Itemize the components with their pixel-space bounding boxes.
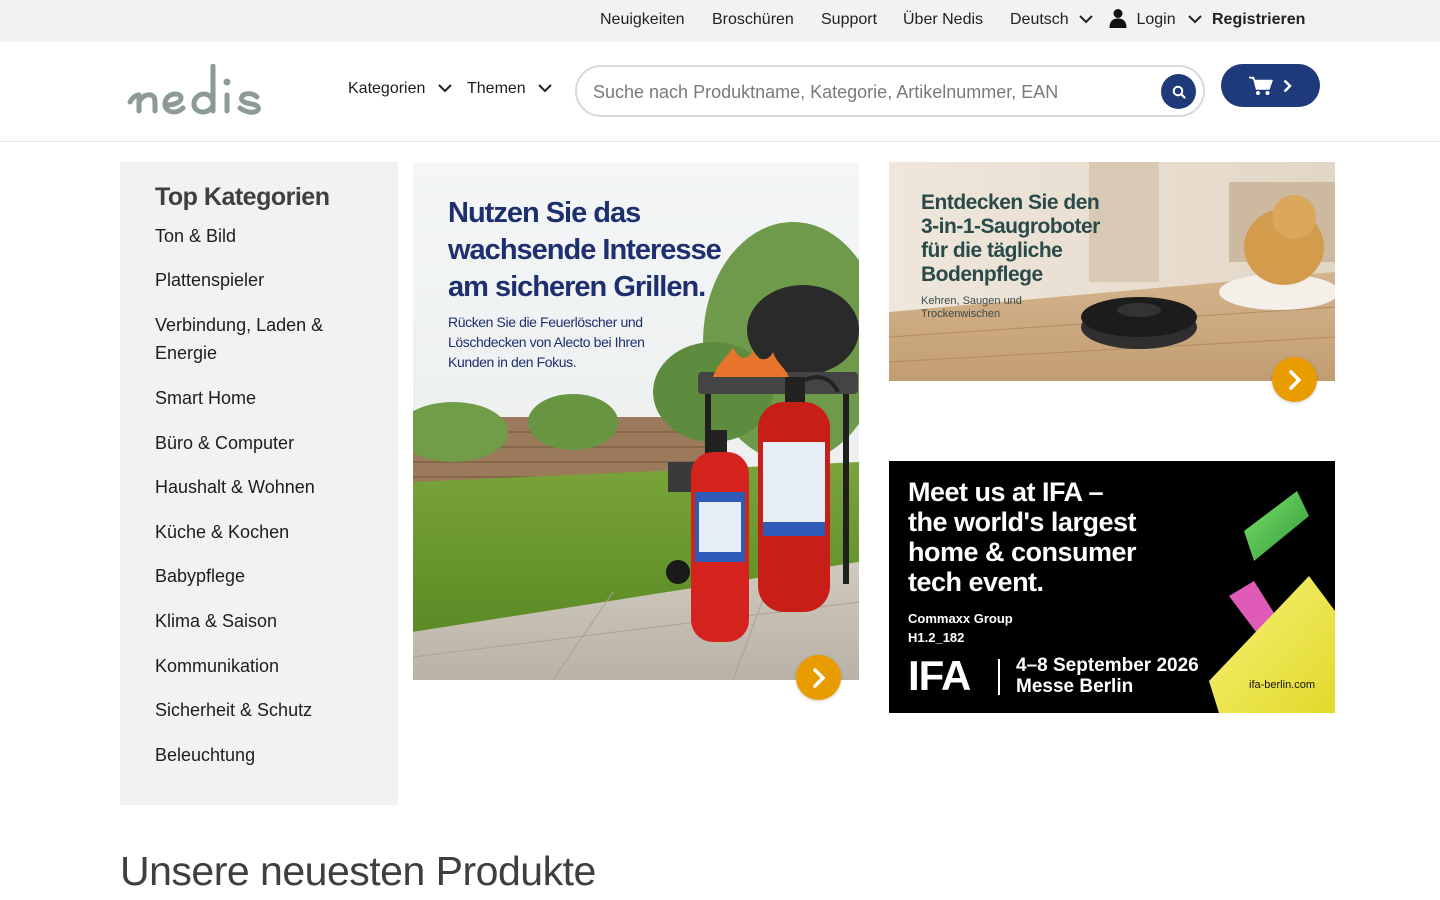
login-label: Login bbox=[1136, 11, 1176, 28]
main-header: Kategorien Themen bbox=[0, 42, 1440, 142]
sidebar-title: Top Kategorien bbox=[155, 183, 330, 211]
robot-vacuum-banner[interactable]: Entdecken Sie den 3-in-1-Saugroboter für… bbox=[889, 162, 1335, 381]
nav-themes-label: Themen bbox=[467, 80, 526, 97]
ifa-headline-line: the world's largest bbox=[908, 507, 1136, 537]
grill-banner-next-button[interactable] bbox=[796, 655, 841, 700]
robot-banner-next-button[interactable] bbox=[1272, 357, 1317, 402]
chevron-down-icon bbox=[1188, 15, 1202, 24]
chevron-down-icon bbox=[1079, 15, 1093, 24]
grill-headline-line: am sicheren Grillen. bbox=[448, 271, 706, 303]
top-utility-bar: Neuigkeiten Broschüren Support Über Nedi… bbox=[0, 0, 1440, 42]
newest-products-title: Unsere neuesten Produkte bbox=[120, 848, 596, 894]
search-input[interactable] bbox=[593, 79, 1153, 105]
grill-banner-headline: Nutzen Sie das wachsende Interesse am si… bbox=[448, 195, 722, 306]
sidebar-item-haushalt-wohnen[interactable]: Haushalt & Wohnen bbox=[155, 473, 375, 501]
search-bar bbox=[575, 65, 1205, 117]
sidebar-item-beleuchtung[interactable]: Beleuchtung bbox=[155, 741, 375, 769]
ifa-banner-headline: Meet us at IFA – the world's largest hom… bbox=[908, 477, 1137, 597]
sidebar-item-sicherheit-schutz[interactable]: Sicherheit & Schutz bbox=[155, 696, 375, 724]
search-icon bbox=[1172, 85, 1186, 99]
chevron-right-icon bbox=[812, 667, 825, 688]
robot-headline-line: für die tägliche bbox=[921, 239, 1063, 262]
user-icon bbox=[1109, 9, 1127, 29]
sidebar-item-babypflege[interactable]: Babypflege bbox=[155, 562, 375, 590]
sidebar-item-klima-saison[interactable]: Klima & Saison bbox=[155, 607, 375, 635]
search-button[interactable] bbox=[1161, 74, 1196, 109]
topbar-about-link[interactable]: Über Nedis bbox=[903, 11, 983, 29]
ifa-url: ifa-berlin.com bbox=[1249, 679, 1316, 691]
ifa-event-banner[interactable]: Meet us at IFA – the world's largest hom… bbox=[889, 461, 1335, 713]
nav-categories-label: Kategorien bbox=[348, 80, 426, 97]
grill-banner-body: Rücken Sie die Feuerlöscher und Löschdec… bbox=[448, 312, 645, 372]
sidebar-item-kueche-kochen[interactable]: Küche & Kochen bbox=[155, 518, 375, 546]
ifa-date-venue: 4–8 September 2026 Messe Berlin bbox=[1016, 655, 1199, 697]
register-link[interactable]: Registrieren bbox=[1212, 11, 1305, 29]
robot-headline-line: Entdecken Sie den bbox=[921, 191, 1100, 214]
ifa-group-label: Commaxx Group bbox=[908, 611, 1013, 626]
chevron-down-icon bbox=[538, 84, 552, 93]
ifa-headline-line: Meet us at IFA – bbox=[908, 477, 1104, 507]
nav-themes[interactable]: Themen bbox=[467, 80, 552, 98]
ifa-booth-label: H1.2_182 bbox=[908, 630, 965, 645]
robot-headline-line: Bodenpflege bbox=[921, 263, 1043, 286]
shopping-cart-icon bbox=[1249, 76, 1273, 95]
ifa-venue: Messe Berlin bbox=[1016, 676, 1134, 697]
language-selector[interactable]: Deutsch bbox=[1010, 11, 1093, 29]
ifa-divider bbox=[998, 659, 1000, 695]
sidebar-item-smart-home[interactable]: Smart Home bbox=[155, 384, 375, 412]
ifa-logo: IFA bbox=[908, 652, 971, 699]
sidebar-item-kommunikation[interactable]: Kommunikation bbox=[155, 652, 375, 680]
grill-headline-line: wachsende Interesse bbox=[448, 234, 722, 266]
chevron-right-icon bbox=[1288, 369, 1301, 390]
grill-body-line: Rücken Sie die Feuerlöscher und bbox=[448, 314, 643, 330]
chevron-down-icon bbox=[438, 84, 452, 93]
ifa-headline-line: home & consumer bbox=[908, 537, 1137, 567]
topbar-support-link[interactable]: Support bbox=[821, 11, 877, 29]
robot-banner-sub: Kehren, Saugen und Trockenwischen bbox=[921, 295, 1022, 321]
top-categories-sidebar: Top Kategorien Ton & Bild Plattenspieler… bbox=[120, 162, 398, 805]
ifa-dates: 4–8 September 2026 bbox=[1016, 655, 1199, 676]
topbar-brochures-link[interactable]: Broschüren bbox=[712, 11, 794, 29]
robot-banner-headline: Entdecken Sie den 3-in-1-Saugroboter für… bbox=[921, 191, 1100, 287]
nav-categories[interactable]: Kategorien bbox=[348, 80, 452, 98]
sidebar-item-buero-computer[interactable]: Büro & Computer bbox=[155, 429, 375, 457]
grill-safety-banner[interactable]: Nutzen Sie das wachsende Interesse am si… bbox=[413, 162, 859, 680]
robot-headline-line: 3-in-1-Saugroboter bbox=[921, 215, 1100, 238]
sidebar-item-plattenspieler[interactable]: Plattenspieler bbox=[155, 266, 375, 294]
ifa-booth-info: Commaxx Group H1.2_182 bbox=[908, 609, 1013, 647]
grill-headline-line: Nutzen Sie das bbox=[448, 197, 641, 229]
ifa-headline-line: tech event. bbox=[908, 567, 1044, 597]
language-label: Deutsch bbox=[1010, 11, 1069, 28]
nedis-logo[interactable] bbox=[127, 64, 317, 120]
sidebar-item-verbindung-laden-energie[interactable]: Verbindung, Laden & Energie bbox=[155, 311, 355, 367]
grill-body-line: Kunden in den Fokus. bbox=[448, 354, 577, 370]
robot-sub-line: Kehren, Saugen und bbox=[921, 295, 1022, 307]
sidebar-item-ton-bild[interactable]: Ton & Bild bbox=[155, 222, 375, 250]
chevron-right-icon bbox=[1283, 79, 1292, 92]
grill-body-line: Löschdecken von Alecto bei Ihren bbox=[448, 334, 645, 350]
login-menu[interactable]: Login bbox=[1109, 9, 1202, 29]
cart-button[interactable] bbox=[1221, 64, 1320, 107]
topbar-news-link[interactable]: Neuigkeiten bbox=[600, 11, 685, 29]
robot-sub-line: Trockenwischen bbox=[921, 308, 1001, 320]
